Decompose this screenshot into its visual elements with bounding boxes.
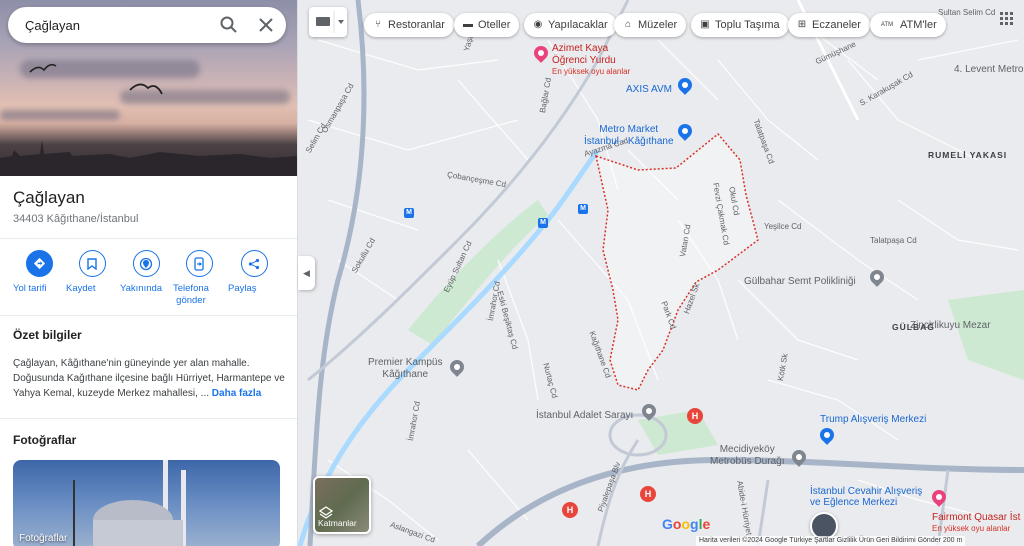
metro-station-icon[interactable]: M [404,208,414,218]
google-logo: Google [662,516,711,532]
divider [0,418,297,419]
poi-mecidiyekoy[interactable]: Mecidiyeköy Metrobüs Durağı [710,444,784,468]
divider [0,238,297,239]
poi-levent[interactable]: 4. Levent Metro [954,64,1023,75]
metro-station-icon[interactable]: M [578,204,588,214]
poi-metro-market[interactable]: Metro Market İstanbul - Kâğıthane [584,124,674,148]
pharmacy-icon: ⊞ [797,19,807,30]
chip-things-to-do[interactable]: ◉ Yapılacaklar [524,13,617,37]
photo-tile-label: Fotoğraflar [19,533,68,544]
collapse-panel-button[interactable]: ◀ [298,256,315,290]
bookmark-icon [78,250,106,277]
poi-axis[interactable]: AXIS AVM [626,84,672,95]
poi-trump[interactable]: Trump Alışveriş Merkezi [820,414,926,425]
keyboard-icon [316,17,330,26]
poi-fairmont[interactable]: Fairmont Quasar İst [932,512,1020,523]
map-canvas[interactable]: Ayazma Cad Osmanpaşa Cd Çobançeşme Cd Se… [298,0,1024,546]
chip-pharmacies[interactable]: ⊞ Eczaneler [788,13,870,37]
bed-icon: ▬ [463,19,473,30]
chip-museums[interactable]: ⌂ Müzeler [614,13,687,37]
camera-icon: ◉ [533,19,543,30]
layers-label: Katmanlar [318,518,357,528]
chip-transit[interactable]: ▣ Toplu Taşıma [691,13,789,37]
fork-knife-icon: ⑂ [375,19,381,30]
chip-hotels[interactable]: ▬ Oteller [454,13,520,37]
place-title: Çağlayan [13,188,85,207]
close-icon[interactable] [256,15,276,35]
read-more-link[interactable]: Daha fazla [212,388,261,399]
poi-gulbahar[interactable]: Gülbahar Semt Polikliniği [744,276,856,287]
share-icon [240,250,268,277]
city-skyline-illustration [0,140,297,176]
share-button[interactable]: Paylaş [228,250,280,294]
photo-tile[interactable]: Fotoğraflar [13,460,280,546]
layers-button[interactable]: Katmanlar [313,476,371,534]
divider [0,315,297,316]
area-label: RUMELİ YAKASI [928,150,1008,160]
poi-zincirlikuyu[interactable]: Zincirlikuyu Mezar [910,320,991,331]
search-input[interactable] [25,15,215,35]
send-to-phone-icon [185,250,213,277]
hospital-icon[interactable]: H [687,408,703,424]
street-label: Sultan Selim Cd [938,8,996,17]
maps-app: Ayazma Cad Osmanpaşa Cd Çobançeşme Cd Se… [0,0,1024,546]
map-footer[interactable]: Harita verileri ©2024 Google Türkiye Şar… [696,536,966,546]
chevron-left-icon: ◀ [303,267,310,278]
nearby-icon [132,250,160,277]
map-graphics [298,0,1024,546]
place-address: 34403 Kâğıthane/İstanbul [13,213,139,225]
summary-text: Çağlayan, Kâğıthane'nin güneyinde yer al… [13,358,285,399]
photos-heading: Fotoğraflar [13,433,77,447]
poi-azimet-sub: En yüksek oyu alanlar [552,67,631,76]
apps-grid-icon[interactable] [1000,12,1014,26]
summary-heading: Özet bilgiler [13,328,82,342]
search-icon[interactable] [219,15,239,35]
directions-button[interactable]: Yol tarifi [13,250,65,294]
chip-atms[interactable]: ATM ATM'ler [870,13,946,37]
nearby-button[interactable]: Yakınında [120,250,172,294]
poi-azimet[interactable]: Azimet Kaya Öğrenci Yurdu [552,43,616,67]
poi-fairmont-sub: En yüksek oyu alanlar [932,524,1011,533]
poi-premier[interactable]: Premier Kampüs Kâğıthane [368,357,442,381]
send-to-phone-button[interactable]: Telefona gönder [173,250,225,306]
directions-icon [25,250,53,277]
save-button[interactable]: Kaydet [66,250,118,294]
street-label: Talatpaşa Cd [870,236,917,245]
keyboard-toggle-button[interactable] [309,7,347,37]
search-box [8,7,286,43]
museum-icon: ⌂ [624,19,632,30]
hospital-icon[interactable]: H [562,502,578,518]
metro-station-icon[interactable]: M [538,218,548,228]
train-icon: ▣ [700,19,710,30]
hospital-icon[interactable]: H [640,486,656,502]
poi-cevahir[interactable]: İstanbul Cevahir Alışveriş ve Eğlence Me… [810,486,922,508]
atm-icon: ATM [880,22,894,28]
chip-restaurants[interactable]: ⑂ Restoranlar [364,13,454,37]
place-panel: Çağlayan 34403 Kâğıthane/İstanbul Yol ta… [0,0,298,546]
poi-adalet[interactable]: İstanbul Adalet Sarayı [536,410,633,421]
chevron-down-icon [338,20,344,24]
street-label: Yeşilce Cd [764,222,802,231]
